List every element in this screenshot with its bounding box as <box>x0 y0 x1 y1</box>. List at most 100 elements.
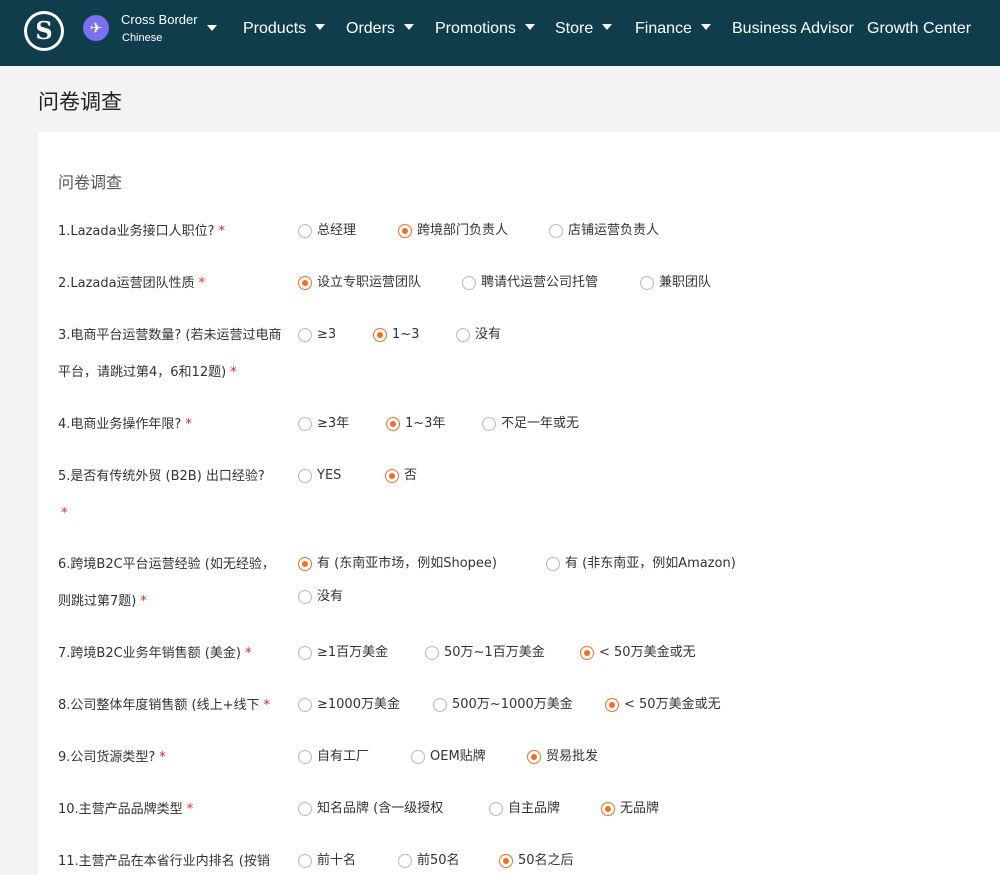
radio-button[interactable] <box>482 417 496 431</box>
radio-button[interactable] <box>489 802 503 816</box>
radio-button[interactable] <box>425 646 439 660</box>
radio-option[interactable]: 兼职团队 <box>640 274 711 292</box>
option-label: 有 (东南亚市场，例如Shopee) <box>317 556 497 571</box>
survey-title: 问卷调查 <box>58 173 123 192</box>
radio-button[interactable] <box>640 276 654 290</box>
radio-button[interactable] <box>298 328 312 342</box>
radio-button[interactable] <box>398 854 412 868</box>
logo-letter: S <box>27 14 61 48</box>
radio-button[interactable] <box>433 698 447 712</box>
option-label: 1~3年 <box>405 416 446 431</box>
radio-option[interactable]: ≥3年 <box>298 415 349 433</box>
chevron-down-icon <box>207 25 217 31</box>
option-label: OEM贴牌 <box>430 749 486 764</box>
question-text: 10.主营产品品牌类型 <box>58 802 183 817</box>
question-text: 6.跨境B2C平台运营经验 (如无经验，则跳过第7题) <box>58 557 275 609</box>
radio-button[interactable] <box>298 590 312 604</box>
nav-promotions[interactable]: Promotions <box>435 18 535 42</box>
radio-option[interactable]: 1~3 <box>373 326 419 344</box>
radio-button[interactable] <box>499 854 513 868</box>
nav-business-advisor[interactable]: Business Advisor <box>732 18 854 42</box>
chevron-down-icon <box>602 24 613 30</box>
radio-option[interactable]: 500万~1000万美金 <box>433 696 573 714</box>
radio-option[interactable]: 有 (东南亚市场，例如Shopee) <box>298 555 497 573</box>
radio-option[interactable]: OEM贴牌 <box>411 748 486 766</box>
radio-option[interactable]: ≥1百万美金 <box>298 644 388 662</box>
radio-option[interactable]: 否 <box>385 467 417 485</box>
option-label: 总经理 <box>317 223 357 238</box>
radio-option[interactable]: 店铺运营负责人 <box>549 222 659 240</box>
option-label: ≥3 <box>317 327 337 342</box>
radio-button[interactable] <box>605 698 619 712</box>
question-label: 3.电商平台运营数量? (若未运营过电商平台，请跳过第4，6和12题) * <box>58 317 286 391</box>
lazada-logo[interactable]: S <box>24 11 64 51</box>
radio-option[interactable]: 聘请代运营公司托管 <box>462 274 598 292</box>
radio-option[interactable]: 知名品牌 (含一级授权 <box>298 800 443 818</box>
required-mark: * <box>244 646 252 661</box>
radio-option[interactable]: 贸易批发 <box>527 748 598 766</box>
option-label: 500万~1000万美金 <box>452 697 573 712</box>
radio-option[interactable]: 50万~1百万美金 <box>425 644 545 662</box>
radio-button[interactable] <box>298 750 312 764</box>
radio-button[interactable] <box>549 224 563 238</box>
radio-option[interactable]: ≥3 <box>298 326 336 344</box>
radio-option[interactable]: YES <box>298 467 341 485</box>
question-label: 4.电商业务操作年限? * <box>58 406 286 443</box>
radio-option[interactable]: 自有工厂 <box>298 748 369 766</box>
radio-option[interactable]: 跨境部门负责人 <box>398 222 508 240</box>
radio-button[interactable] <box>298 224 312 238</box>
question-text: 8.公司整体年度销售额 (线上+线下 <box>58 698 260 713</box>
radio-option[interactable]: 自主品牌 <box>489 800 560 818</box>
radio-button[interactable] <box>386 417 400 431</box>
nav-finance[interactable]: Finance <box>635 18 711 42</box>
account-switcher[interactable]: Cross Border Chinese <box>121 12 221 48</box>
radio-button[interactable] <box>298 802 312 816</box>
question-text: 2.Lazada运营团队性质 <box>58 276 195 291</box>
nav-products[interactable]: Products <box>243 18 326 42</box>
radio-button[interactable] <box>298 854 312 868</box>
nav-orders[interactable]: Orders <box>346 18 414 42</box>
option-label: < 50万美金或无 <box>624 697 721 712</box>
radio-option[interactable]: 50名之后 <box>499 852 574 870</box>
radio-option[interactable]: 前十名 <box>298 852 356 870</box>
required-mark: * <box>185 417 192 432</box>
account-name: Cross Border <box>121 12 198 27</box>
option-label: 知名品牌 (含一级授权 <box>317 801 444 816</box>
radio-option[interactable]: 总经理 <box>298 222 356 240</box>
radio-button[interactable] <box>580 646 594 660</box>
radio-option[interactable]: ≥1000万美金 <box>298 696 400 714</box>
radio-option[interactable]: 有 (非东南亚，例如Amazon) <box>546 555 736 573</box>
radio-button[interactable] <box>398 224 412 238</box>
radio-option[interactable]: 1~3年 <box>386 415 445 433</box>
radio-option[interactable]: 没有 <box>298 588 343 606</box>
radio-option[interactable]: 不足一年或无 <box>482 415 579 433</box>
option-label: 50万~1百万美金 <box>444 645 545 660</box>
option-label: 设立专职运营团队 <box>317 275 422 290</box>
radio-option[interactable]: 前50名 <box>398 852 460 870</box>
radio-option[interactable]: 设立专职运营团队 <box>298 274 421 292</box>
required-mark: * <box>230 365 237 380</box>
radio-button[interactable] <box>298 557 312 571</box>
radio-button[interactable] <box>601 802 615 816</box>
radio-button[interactable] <box>411 750 425 764</box>
radio-button[interactable] <box>298 417 312 431</box>
required-mark: * <box>218 224 226 239</box>
nav-store[interactable]: Store <box>555 18 613 42</box>
option-label: 店铺运营负责人 <box>568 223 660 238</box>
radio-button[interactable] <box>298 276 312 290</box>
nav-growth-center[interactable]: Growth Center <box>867 18 971 42</box>
radio-button[interactable] <box>527 750 541 764</box>
radio-button[interactable] <box>298 698 312 712</box>
radio-button[interactable] <box>546 557 560 571</box>
radio-button[interactable] <box>462 276 476 290</box>
radio-option[interactable]: 无品牌 <box>601 800 659 818</box>
option-label: 自有工厂 <box>317 749 370 764</box>
radio-button[interactable] <box>456 328 470 342</box>
radio-option[interactable]: < 50万美金或无 <box>580 644 696 662</box>
radio-option[interactable]: < 50万美金或无 <box>605 696 721 714</box>
radio-button[interactable] <box>298 469 312 483</box>
radio-button[interactable] <box>298 646 312 660</box>
radio-button[interactable] <box>385 469 399 483</box>
radio-option[interactable]: 没有 <box>456 326 501 344</box>
radio-button[interactable] <box>373 328 387 342</box>
